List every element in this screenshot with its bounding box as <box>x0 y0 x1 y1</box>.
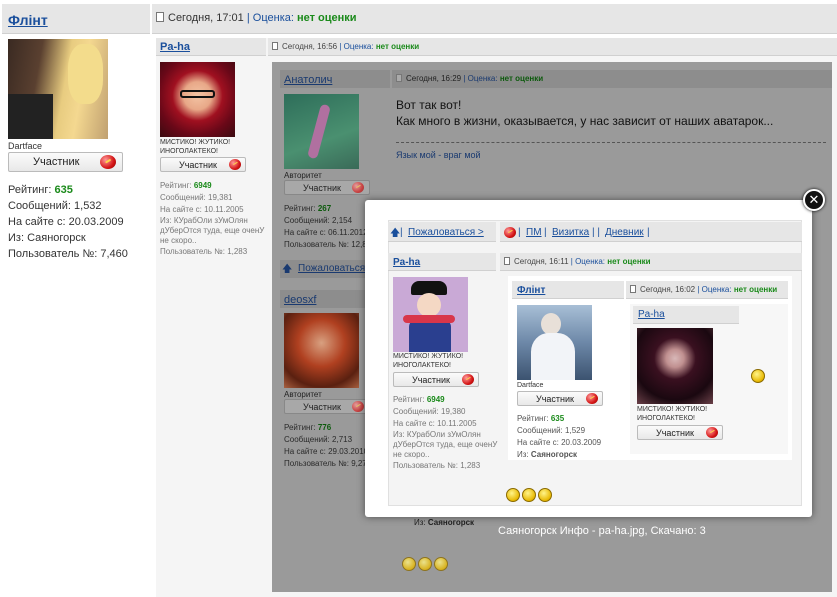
author-link-flint[interactable]: Флінт <box>8 12 48 28</box>
user-status: МИСТИКО! ЖУТИКО! ИНОГОЛАКТЕКО! <box>160 139 231 155</box>
lightbox-caption: Саяногорск Инфо - pa-ha.jpg, Скачано: 3 <box>498 525 706 537</box>
lb-meta: Сегодня, 16:11 | Оценка: нет оценки <box>504 257 651 266</box>
stat-messages: Сообщений: 1,532 <box>8 200 102 212</box>
author-link-flint[interactable]: Флінт <box>517 285 545 296</box>
author-link-paha[interactable]: Pa-ha <box>160 41 190 53</box>
user-stats: Рейтинг: 635 Сообщений: 1,529 На сайте с… <box>517 414 602 459</box>
post-time: Сегодня, 17:01 <box>168 12 244 24</box>
message-text-1: Вот так вот! <box>396 98 462 112</box>
avatar-caption: Dartface <box>517 382 544 389</box>
separator-glyphs: | <box>518 227 521 238</box>
rank-gem-icon <box>352 401 364 412</box>
post-meta: Сегодня, 17:01 | Оценка: нет оценки <box>156 12 357 24</box>
user-stats: Рейтинг: 776 Сообщений: 2,713 На сайте с… <box>284 423 366 468</box>
quote-meta: Сегодня, 16:56 | Оценка: нет оценки <box>272 42 419 51</box>
nested-meta: Сегодня, 16:29 | Оценка: нет оценки <box>396 74 543 83</box>
separator-glyphs: | <box>400 227 403 238</box>
pm-link[interactable]: ПМ <box>526 227 542 238</box>
document-icon <box>504 257 510 265</box>
user-status: МИСТИКО! ЖУТИКО! ИНОГОЛАКТЕКО! <box>393 353 464 369</box>
smiley-icon <box>751 369 765 383</box>
user-stats: Рейтинг: 267 Сообщений: 2,154 На сайте с… <box>284 204 366 249</box>
up-arrow-icon[interactable]: 🡅 <box>390 226 400 243</box>
rank-gem-icon <box>586 393 598 404</box>
avatar-paha-dark <box>637 328 713 404</box>
report-link[interactable]: Пожаловаться <box>298 263 365 274</box>
user-stats: Рейтинг: 6949 Сообщений: 19,381 На сайте… <box>160 181 265 256</box>
stat-user-id: Пользователь №: 7,460 <box>8 248 128 260</box>
separator-glyphs: | | <box>592 227 600 238</box>
rating-value: нет оценки <box>297 12 357 24</box>
rating-label: Оценка: <box>252 12 294 24</box>
author-link-anatolich[interactable]: Анатолич <box>284 74 332 86</box>
rank-gem-icon <box>229 159 241 170</box>
avatar-caption: Авторитет <box>284 390 322 399</box>
up-arrow-icon[interactable]: 🡅 <box>282 262 292 279</box>
diary-link[interactable]: Дневник <box>605 227 644 238</box>
avatar-caption: Авторитет <box>284 171 322 180</box>
rank-gem-icon <box>462 374 474 385</box>
card-link[interactable]: Визитка <box>552 227 589 238</box>
user-stats: Рейтинг: 6949 Сообщений: 19,380 На сайте… <box>393 395 498 470</box>
close-icon: ✕ <box>808 192 820 207</box>
separator-glyphs: | <box>647 227 650 238</box>
stat-from: Из: Саяногорск <box>8 232 86 244</box>
author-link-deosxf[interactable]: deosxf <box>284 294 316 306</box>
location-text: Из: Саяногорск <box>414 518 475 527</box>
author-link-paha[interactable]: Pa-ha <box>393 257 420 268</box>
pm-gem-icon <box>504 227 516 238</box>
avatar-flint <box>8 39 108 139</box>
document-icon <box>272 42 278 50</box>
signature: Язык мой - враг мой <box>396 150 481 160</box>
stat-joined: На сайте с: 20.03.2009 <box>8 216 124 228</box>
signature-divider <box>396 142 826 143</box>
document-icon <box>630 285 636 293</box>
avatar-anatolich <box>284 94 359 169</box>
avatar-paha-cartoon <box>393 277 468 352</box>
author-link-paha[interactable]: Pa-ha <box>638 309 665 320</box>
stat-rating: Рейтинг: 635 <box>8 184 73 196</box>
document-icon <box>396 74 402 82</box>
report-link[interactable]: Пожаловаться > <box>408 227 484 238</box>
document-icon <box>156 12 164 22</box>
avatar-flint-bride <box>517 305 592 380</box>
user-stats: Рейтинг: 635 Сообщений: 1,532 На сайте с… <box>8 182 153 262</box>
rank-gem-icon <box>352 182 364 193</box>
rank-label: Участник <box>33 156 80 168</box>
rank-gem-icon <box>706 427 718 438</box>
separator-glyphs: | <box>544 227 547 238</box>
avatar-deosxf <box>284 313 359 388</box>
smiley-group-icon <box>506 488 552 502</box>
smiley-group-icon <box>402 557 448 571</box>
rank-gem-icon <box>100 155 116 169</box>
message-text-2: Как много в жизни, оказывается, у нас за… <box>396 114 774 128</box>
lightbox-close-button[interactable]: ✕ <box>803 189 825 211</box>
lb-inner-meta: Сегодня, 16:02 | Оценка: нет оценки <box>630 285 777 294</box>
avatar-paha <box>160 62 235 137</box>
avatar-caption: Dartface <box>8 141 43 151</box>
user-status: МИСТИКО! ЖУТИКО! ИНОГОЛАКТЕКО! <box>637 406 708 422</box>
